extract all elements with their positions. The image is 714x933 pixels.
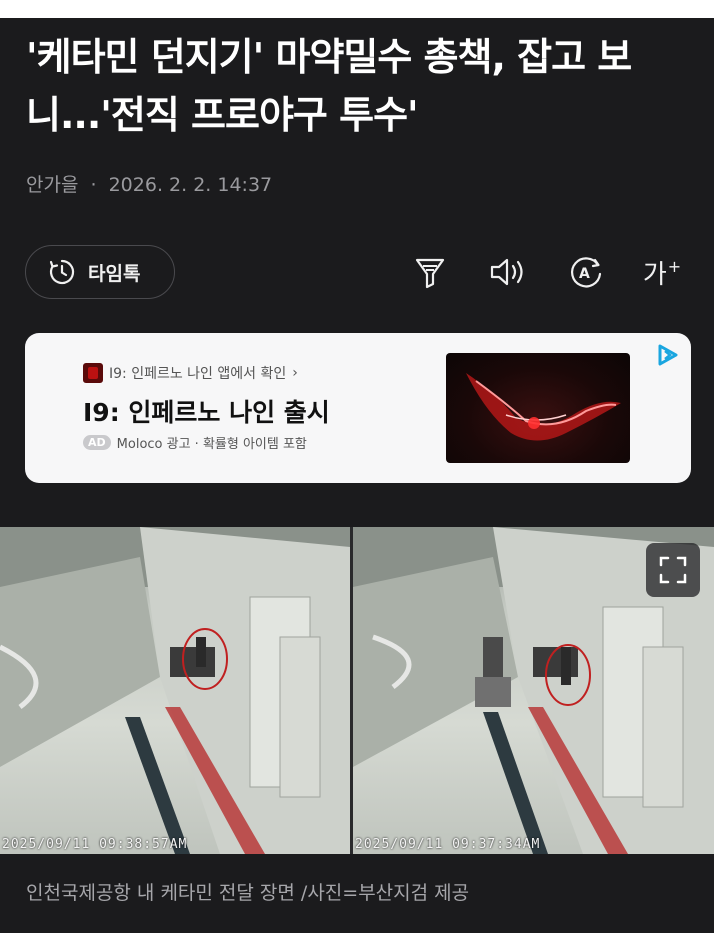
timeline-button[interactable]: 타임톡 xyxy=(25,245,175,299)
ad-app-link[interactable]: I9: 인페르노 나인 앱에서 확인 › xyxy=(83,363,298,383)
timeline-label: 타임톡 xyxy=(88,262,141,285)
ad-image[interactable] xyxy=(446,353,630,463)
ad-artwork xyxy=(466,373,621,441)
app-icon xyxy=(83,363,103,383)
photo-caption: 인천국제공항 내 케타민 전달 장면 /사진=부산지검 제공 xyxy=(26,882,470,904)
summary-button[interactable] xyxy=(410,252,450,292)
speaker-icon xyxy=(490,258,523,286)
article-meta: 안가을 · 2026. 2. 2. 14:37 xyxy=(26,170,272,197)
clock-icon xyxy=(49,259,75,285)
article-headline: '케타민 던지기' 마약밀수 총책, 잡고 보니...'전직 프로야구 투수' xyxy=(26,35,632,137)
font-size-button[interactable]: 가 + xyxy=(642,252,682,292)
ad-advertiser: Moloco 광고 · 확률형 아이템 포함 xyxy=(116,437,307,452)
ad-banner[interactable]: I9: 인페르노 나인 앱에서 확인 › I9: 인페르노 나인 출시 AD M… xyxy=(25,333,691,483)
fullscreen-button[interactable] xyxy=(646,543,700,597)
chevron-right-icon: › xyxy=(292,365,298,381)
svg-text:A: A xyxy=(579,266,590,282)
listen-button[interactable] xyxy=(488,252,528,292)
top-strip xyxy=(0,0,714,18)
ad-app-name: I9: 인페르노 나인 앱에서 확인 xyxy=(109,366,287,382)
font-size-icon: 가 xyxy=(642,259,667,290)
cctv-scene-left xyxy=(0,527,350,854)
cctv-photo-left[interactable]: 2025/09/11 09:38:57AM xyxy=(0,527,350,854)
author-name[interactable]: 안가을 xyxy=(26,174,78,196)
ad-badge: AD xyxy=(83,435,111,450)
ad-meta: AD Moloco 광고 · 확률형 아이템 포함 xyxy=(83,433,307,452)
fullscreen-icon xyxy=(659,556,687,584)
publish-date: 2026. 2. 2. 14:37 xyxy=(108,174,273,196)
filter-icon xyxy=(415,258,445,289)
ad-title: I9: 인페르노 나인 출시 xyxy=(83,398,330,427)
cctv-timestamp-left: 2025/09/11 09:38:57AM xyxy=(2,837,188,852)
ad-choices-icon[interactable] xyxy=(654,341,682,369)
translate-button[interactable]: A xyxy=(566,252,606,292)
translate-icon: A xyxy=(571,257,602,288)
font-size-plus: + xyxy=(667,256,682,276)
cctv-timestamp-right: 2025/09/11 09:37:34AM xyxy=(355,837,541,852)
meta-separator: · xyxy=(90,174,97,196)
